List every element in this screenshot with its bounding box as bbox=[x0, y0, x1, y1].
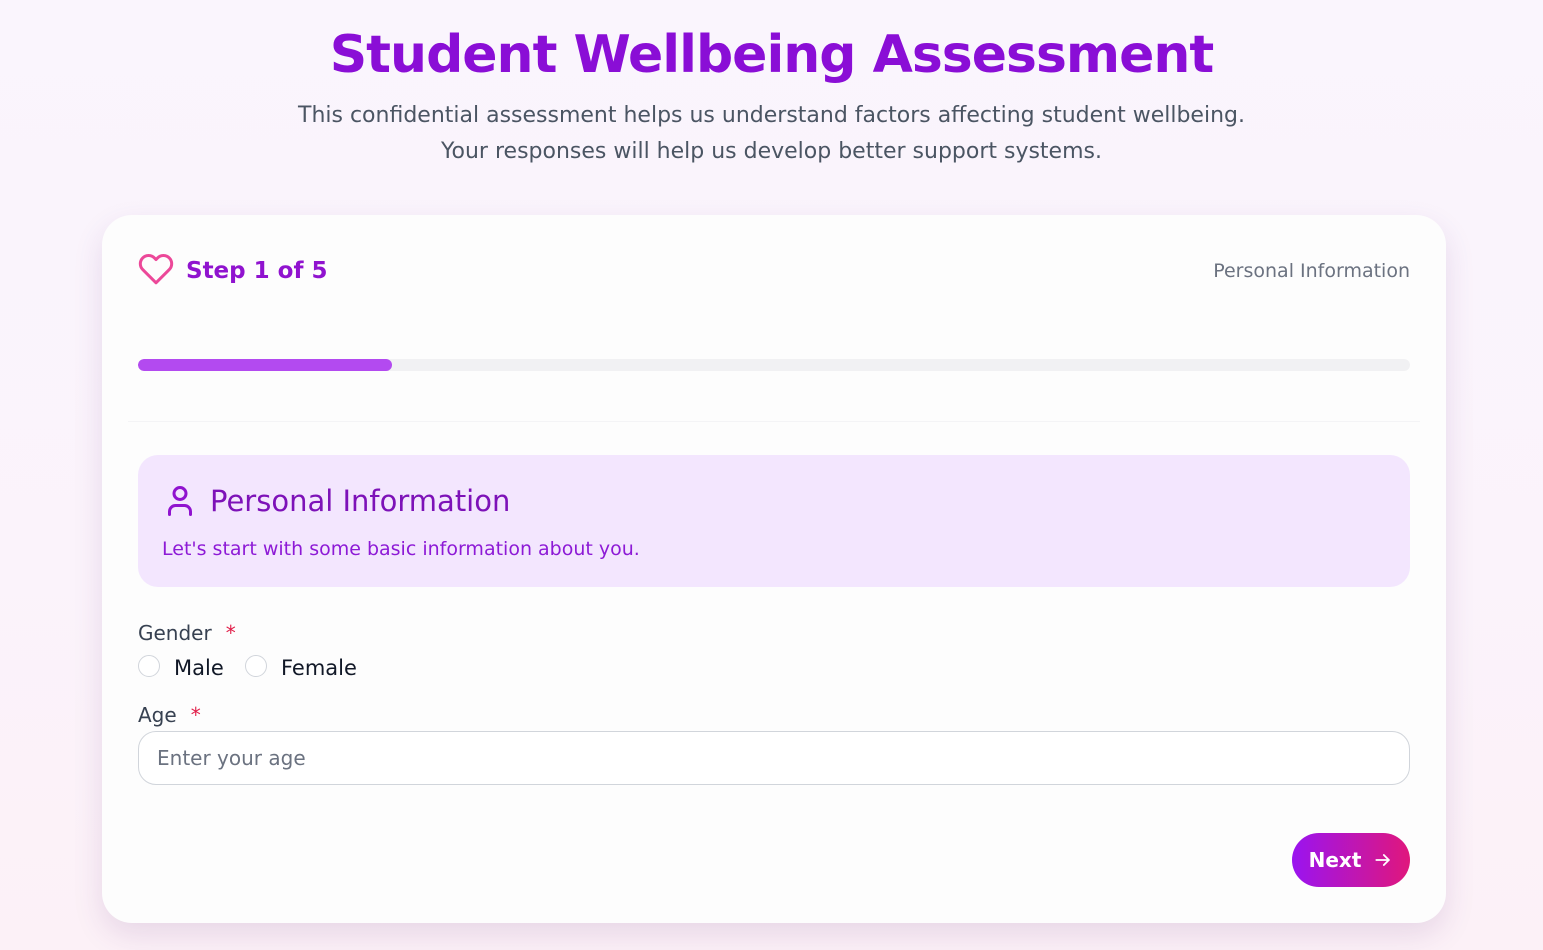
arrow-right-icon bbox=[1375, 854, 1391, 866]
user-icon bbox=[168, 486, 192, 516]
gender-label: Gender * bbox=[138, 619, 236, 647]
progress-fill bbox=[138, 359, 393, 371]
next-button[interactable]: Next bbox=[1292, 833, 1410, 887]
step-name: Personal Information bbox=[1213, 260, 1410, 282]
required-marker: * bbox=[225, 621, 236, 645]
page-title: Student Wellbeing Assessment bbox=[329, 25, 1215, 85]
heart-icon bbox=[138, 254, 174, 285]
step-header: Step 1 of 5 Personal Information bbox=[138, 251, 1410, 287]
radio-female[interactable] bbox=[245, 655, 267, 677]
section-description: Let's start with some basic information … bbox=[162, 538, 640, 560]
intro-text: This confidential assessment helps us un… bbox=[298, 103, 1245, 164]
age-label: Age * bbox=[138, 701, 201, 729]
gender-option-label: Male bbox=[174, 656, 224, 680]
assessment-card: Step 1 of 5 Personal Information Persona… bbox=[102, 215, 1446, 923]
required-marker: * bbox=[190, 703, 201, 727]
divider bbox=[128, 421, 1420, 422]
next-button-label: Next bbox=[1308, 848, 1362, 872]
radio-male[interactable] bbox=[138, 655, 160, 677]
section-title: Personal Information bbox=[210, 484, 511, 518]
age-label-text: Age bbox=[138, 703, 177, 727]
gender-option-label: Female bbox=[281, 656, 357, 680]
age-input[interactable] bbox=[138, 731, 1410, 785]
progress-bar bbox=[138, 359, 1410, 371]
step-counter: Step 1 of 5 bbox=[186, 258, 328, 284]
section-header: Personal Information Let's start with so… bbox=[138, 455, 1410, 587]
gender-label-text: Gender bbox=[138, 621, 212, 645]
